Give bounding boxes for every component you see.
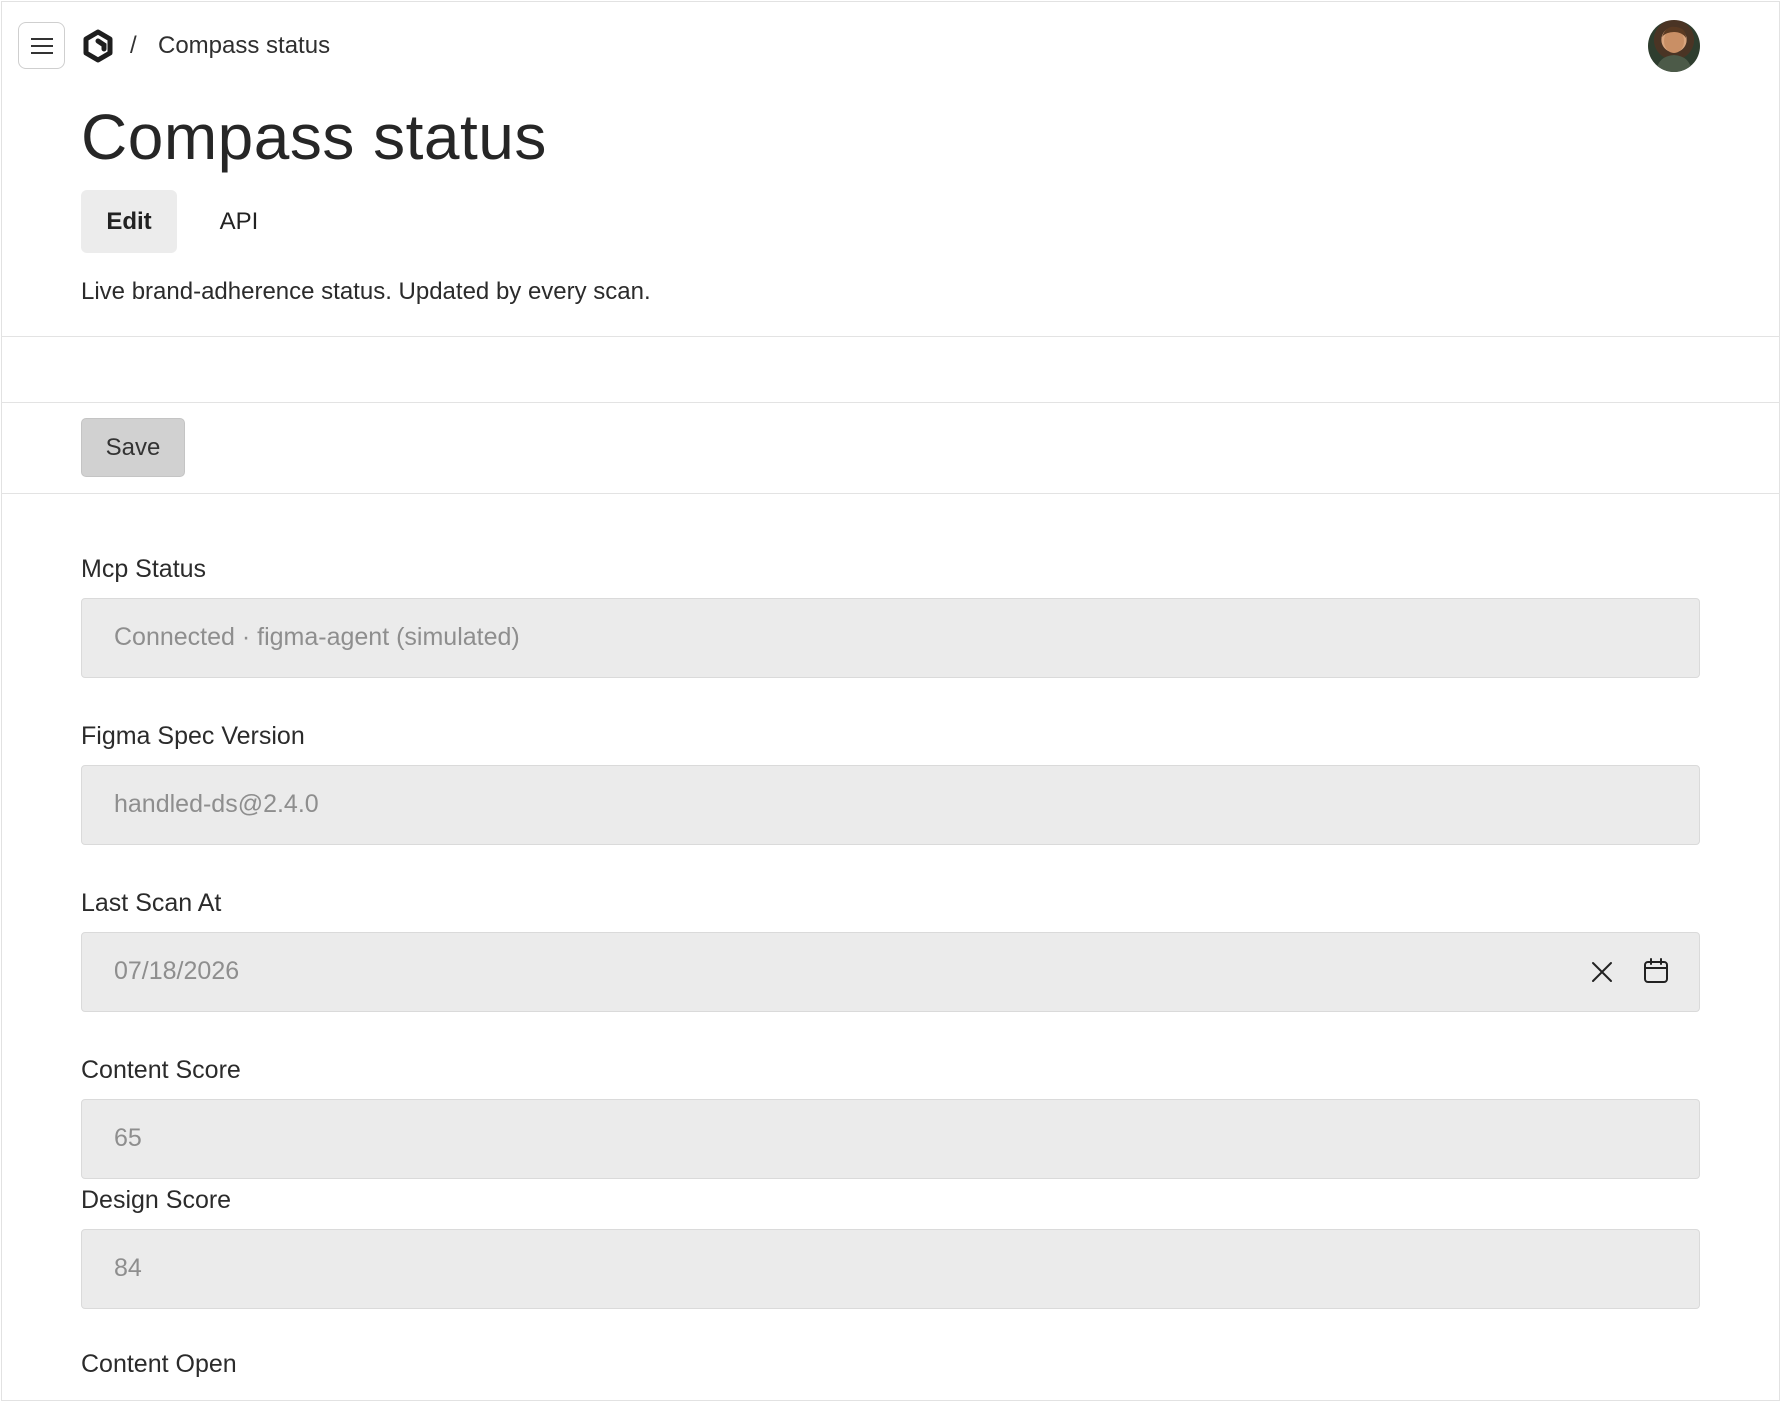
hexagon-logo-icon[interactable]	[81, 29, 115, 63]
page-title: Compass status	[81, 101, 547, 173]
figma-spec-version-value: handled-ds@2.4.0	[114, 790, 319, 818]
calendar-icon[interactable]	[1642, 957, 1670, 985]
tab-api[interactable]: API	[200, 190, 278, 253]
tab-edit[interactable]: Edit	[81, 190, 177, 253]
divider	[1, 402, 1780, 403]
save-button[interactable]: Save	[81, 418, 185, 477]
content-open-label: Content Open	[81, 1350, 237, 1378]
divider	[1, 336, 1780, 337]
last-scan-at-label: Last Scan At	[81, 889, 222, 917]
design-score-value: 84	[114, 1254, 142, 1282]
mcp-status-value: Connected · figma-agent (simulated)	[114, 623, 520, 651]
avatar-image	[1656, 26, 1692, 72]
content-score-label: Content Score	[81, 1056, 241, 1084]
design-score-field[interactable]: 84	[81, 1229, 1700, 1309]
content-score-field[interactable]: 65	[81, 1099, 1700, 1179]
mcp-status-field[interactable]: Connected · figma-agent (simulated)	[81, 598, 1700, 678]
page-description: Live brand-adherence status. Updated by …	[81, 278, 651, 305]
divider	[1, 493, 1780, 494]
design-score-label: Design Score	[81, 1186, 232, 1214]
breadcrumb-title[interactable]: Compass status	[158, 32, 330, 60]
menu-button[interactable]	[18, 22, 65, 69]
hamburger-icon	[30, 37, 53, 54]
last-scan-at-value: 07/18/2026	[114, 957, 240, 985]
content-score-value: 65	[114, 1124, 142, 1152]
mcp-status-label: Mcp Status	[81, 555, 207, 583]
figma-spec-version-label: Figma Spec Version	[81, 722, 305, 750]
figma-spec-version-field[interactable]: handled-ds@2.4.0	[81, 765, 1700, 845]
last-scan-at-field[interactable]: 07/18/2026	[81, 932, 1700, 1012]
user-avatar[interactable]	[1648, 20, 1700, 72]
breadcrumb-separator: /	[130, 32, 137, 59]
close-icon[interactable]	[1590, 960, 1614, 984]
